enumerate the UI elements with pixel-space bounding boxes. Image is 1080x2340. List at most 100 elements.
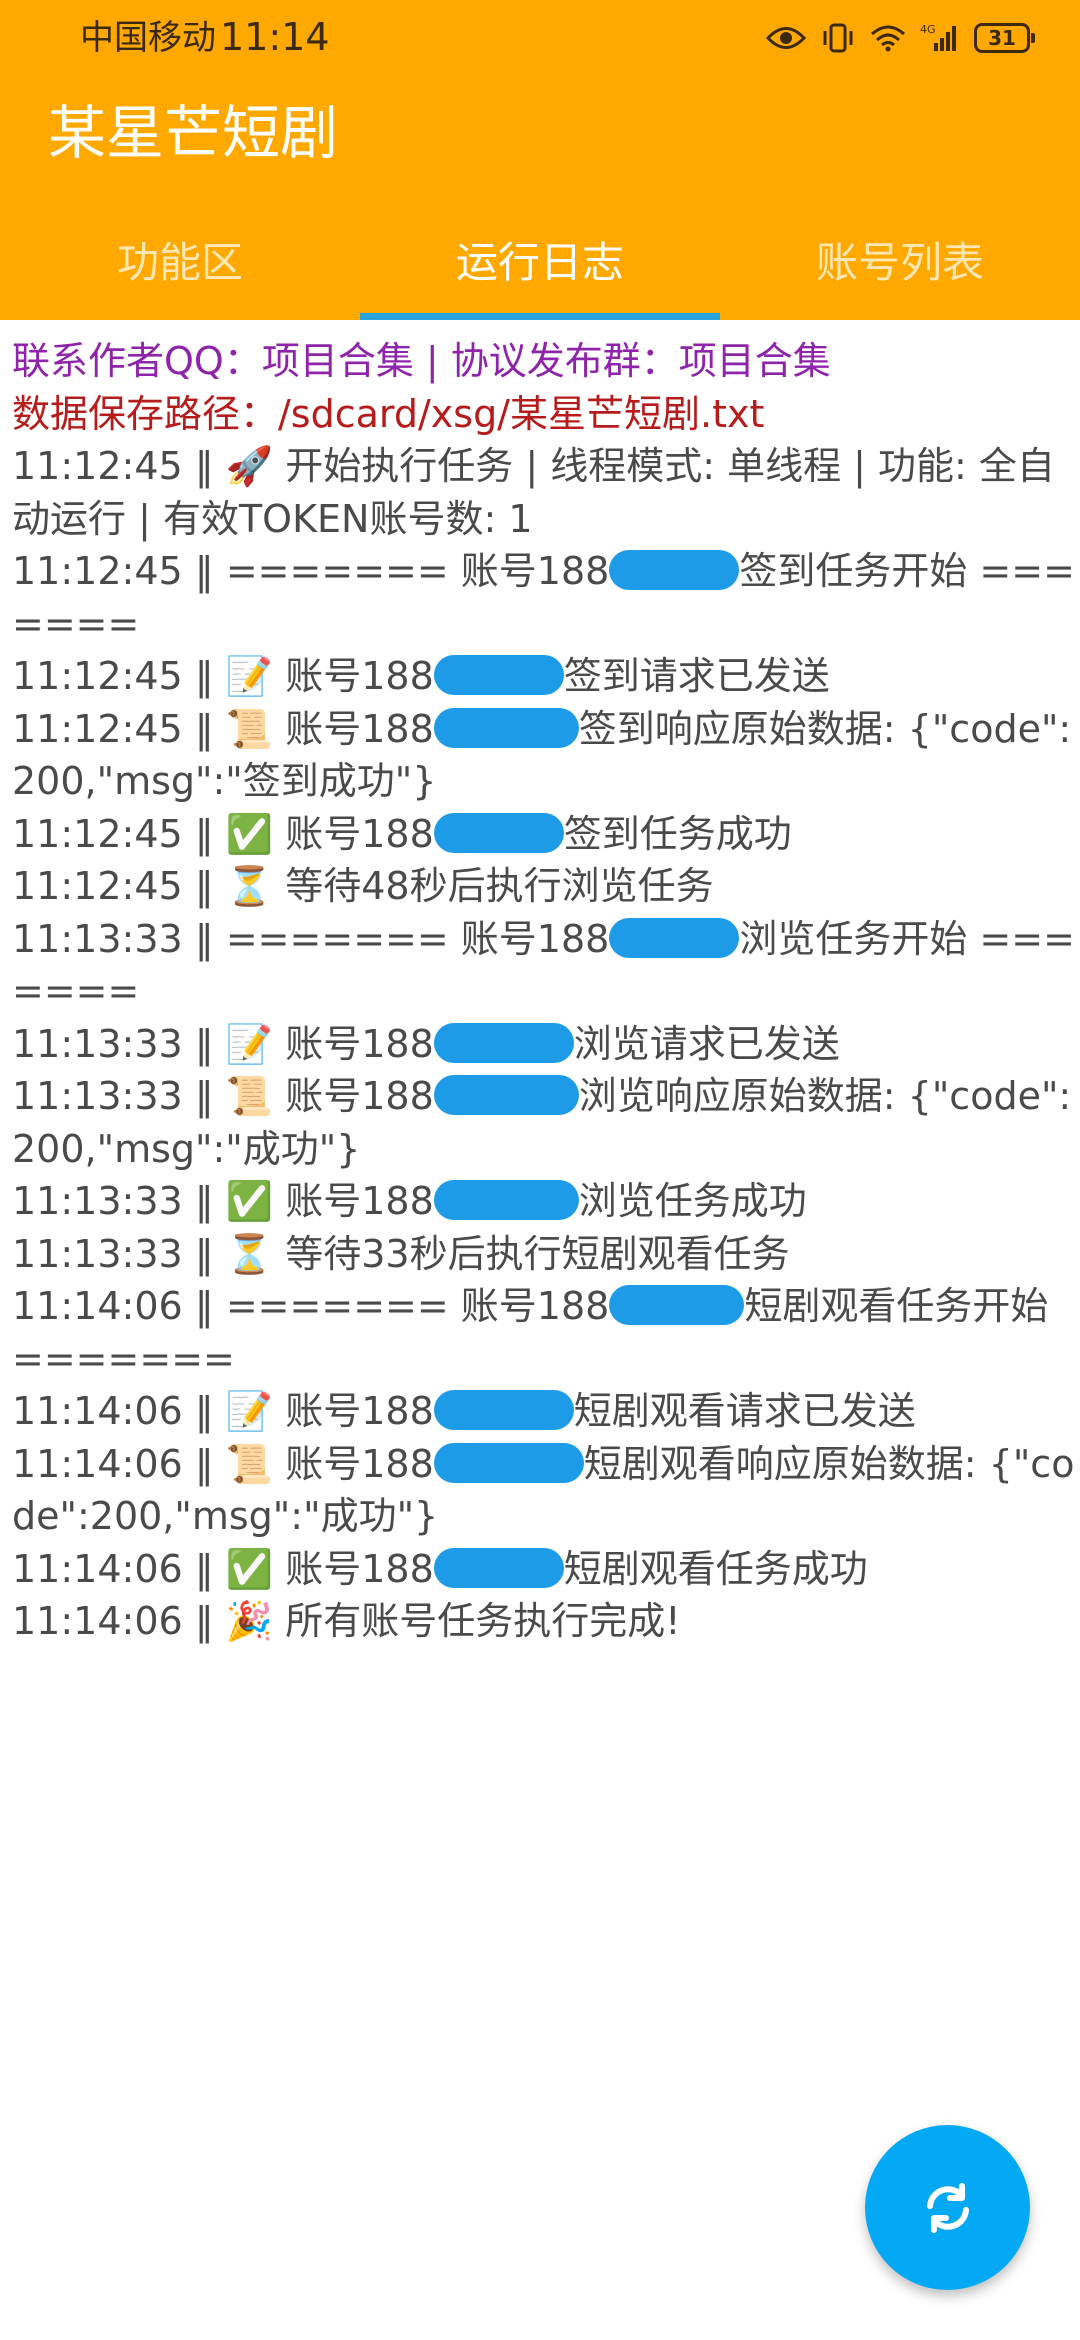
log-message-tail: 短剧观看请求已发送 — [573, 1389, 916, 1433]
log-message-tail: 浏览任务成功 — [578, 1179, 807, 1223]
log-emoji-icon: 🚀 — [225, 444, 286, 488]
log-entry: 11:13:33 ‖ ✅ 账号188 浏览任务成功 — [0, 1175, 1075, 1228]
log-message: 账号188 — [285, 1179, 434, 1223]
run-log: 联系作者QQ：项目合集 | 协议发布群：项目合集 数据保存路径：/sdcard/… — [0, 335, 1075, 1648]
log-entry: 11:12:45 ‖ ======= 账号188 签到任务开始 ======= — [0, 545, 1075, 650]
redaction-mark — [609, 1285, 745, 1325]
log-entry: 11:14:06 ‖ ======= 账号188 短剧观看任务开始 ======= — [0, 1280, 1075, 1385]
log-message-tail: 签到任务成功 — [563, 811, 792, 856]
refresh-button[interactable] — [865, 2125, 1030, 2290]
redaction-mark — [433, 1390, 574, 1430]
log-message-tail: 签到请求已发送 — [563, 654, 830, 698]
log-entry: 11:13:33 ‖ ⏳ 等待33秒后执行短剧观看任务 — [0, 1228, 1075, 1281]
log-emoji-icon: ⏳ — [225, 1231, 286, 1276]
log-message: 等待48秒后执行浏览任务 — [285, 864, 714, 908]
log-emoji-icon: 📜 — [225, 1074, 286, 1118]
log-message: 账号188 — [285, 1074, 434, 1118]
tab-bar: 功能区 运行日志 账号列表 — [0, 215, 1080, 320]
log-message-tail: 短剧观看任务成功 — [563, 1546, 868, 1591]
log-message: 账号188 — [285, 1441, 434, 1486]
wifi-icon — [871, 25, 905, 52]
log-timestamp: 11:14:06 ‖ — [12, 1441, 226, 1486]
log-timestamp: 11:12:45 ‖ — [12, 864, 226, 908]
log-entry: 11:14:06 ‖ 🎉 所有账号任务执行完成! — [0, 1595, 1075, 1648]
log-message: 账号188 — [285, 654, 434, 698]
log-emoji-icon: 📝 — [225, 1389, 286, 1433]
log-entry: 11:13:33 ‖ ======= 账号188 浏览任务开始 ======= — [0, 913, 1075, 1018]
carrier-label: 中国移动 — [80, 18, 216, 58]
log-entry: 11:14:06 ‖ ✅ 账号188 短剧观看任务成功 — [0, 1543, 1075, 1596]
log-emoji-icon: ✅ — [225, 811, 286, 856]
eye-icon — [766, 27, 806, 49]
log-timestamp: 11:13:33 ‖ — [12, 1021, 226, 1066]
log-message: ======= 账号188 — [225, 1284, 610, 1328]
status-time: 11:14 — [220, 15, 330, 59]
log-message: ======= 账号188 — [225, 916, 610, 961]
log-entry: 11:12:45 ‖ 📜 账号188 签到响应原始数据: {"code":200,… — [0, 703, 1075, 808]
save-path-line: 数据保存路径：/sdcard/xsg/某星芒短剧.txt — [12, 391, 765, 436]
redaction-mark — [433, 1022, 574, 1063]
log-timestamp: 11:14:06 ‖ — [12, 1389, 226, 1433]
log-timestamp: 11:14:06 ‖ — [12, 1599, 226, 1643]
log-emoji-icon: 📝 — [225, 1021, 286, 1066]
log-message: 所有账号任务执行完成! — [285, 1599, 681, 1643]
status-icons: 4G 31 — [766, 18, 1035, 58]
log-emoji-icon: 🎉 — [225, 1599, 286, 1643]
log-entry: 11:12:45 ‖ ⏳ 等待48秒后执行浏览任务 — [0, 860, 1075, 913]
redaction-mark — [433, 1442, 584, 1483]
battery-icon: 31 — [974, 23, 1035, 53]
log-message: 账号188 — [285, 706, 434, 751]
log-entry: 11:14:06 ‖ 📜 账号188 短剧观看响应原始数据: {"code":20… — [0, 1438, 1075, 1543]
log-emoji-icon: ✅ — [225, 1546, 286, 1591]
redaction-mark — [433, 1075, 579, 1115]
app-bar: 中国移动 11:14 4G 31 某星芒短剧 功能区 运行日志 账号列表 — [0, 0, 1080, 320]
log-message: 账号188 — [285, 1546, 434, 1591]
tab-account-list[interactable]: 账号列表 — [720, 215, 1080, 320]
redaction-mark — [433, 1547, 564, 1588]
log-timestamp: 11:12:45 ‖ — [12, 706, 226, 751]
log-timestamp: 11:12:45 ‖ — [12, 444, 226, 488]
log-emoji-icon: 📜 — [225, 1441, 286, 1486]
log-timestamp: 11:13:33 ‖ — [12, 1179, 226, 1223]
log-emoji-icon: ⏳ — [225, 864, 286, 908]
log-timestamp: 11:12:45 ‖ — [12, 654, 226, 698]
redaction-mark — [433, 707, 579, 748]
redaction-mark — [433, 812, 564, 853]
log-timestamp: 11:12:45 ‖ — [12, 549, 226, 593]
log-timestamp: 11:14:06 ‖ — [12, 1546, 226, 1591]
log-message: 账号188 — [285, 811, 434, 856]
cell-signal-icon: 4G — [920, 23, 956, 51]
redaction-mark — [609, 550, 740, 590]
status-bar: 中国移动 11:14 4G 31 — [0, 0, 1080, 75]
log-emoji-icon: 📜 — [225, 706, 286, 751]
redaction-mark — [433, 655, 564, 695]
log-message: 等待33秒后执行短剧观看任务 — [285, 1231, 790, 1276]
log-timestamp: 11:13:33 ‖ — [12, 916, 226, 961]
vibrate-icon — [823, 23, 853, 53]
log-entry: 11:12:45 ‖ 📝 账号188 签到请求已发送 — [0, 650, 1075, 703]
refresh-icon — [926, 2182, 969, 2233]
log-message-tail: 浏览请求已发送 — [573, 1021, 840, 1066]
log-message: 账号188 — [285, 1021, 434, 1066]
log-entries: 11:12:45 ‖ 🚀 开始执行任务 | 线程模式: 单线程 | 功能: 全自… — [0, 440, 1075, 1648]
contact-line: 联系作者QQ：项目合集 | 协议发布群：项目合集 — [12, 339, 831, 383]
tab-run-log[interactable]: 运行日志 — [360, 215, 720, 320]
tab-function-area[interactable]: 功能区 — [0, 215, 360, 320]
log-entry: 11:13:33 ‖ 📝 账号188 浏览请求已发送 — [0, 1018, 1075, 1071]
log-entry: 11:12:45 ‖ ✅ 账号188 签到任务成功 — [0, 808, 1075, 861]
log-message: 账号188 — [285, 1389, 434, 1433]
log-timestamp: 11:12:45 ‖ — [12, 811, 226, 856]
log-entry: 11:13:33 ‖ 📜 账号188 浏览响应原始数据: {"code":200,… — [0, 1070, 1075, 1175]
log-timestamp: 11:13:33 ‖ — [12, 1074, 226, 1118]
svg-text:4G: 4G — [920, 23, 936, 36]
log-entry: 11:12:45 ‖ 🚀 开始执行任务 | 线程模式: 单线程 | 功能: 全自… — [0, 440, 1075, 545]
log-entry: 11:14:06 ‖ 📝 账号188 短剧观看请求已发送 — [0, 1385, 1075, 1438]
log-message: ======= 账号188 — [225, 549, 610, 593]
redaction-mark — [433, 1180, 579, 1220]
log-timestamp: 11:13:33 ‖ — [12, 1231, 226, 1276]
log-emoji-icon: 📝 — [225, 654, 286, 698]
redaction-mark — [609, 917, 740, 958]
app-title: 某星芒短剧 — [48, 99, 339, 167]
log-timestamp: 11:14:06 ‖ — [12, 1284, 226, 1328]
log-emoji-icon: ✅ — [225, 1179, 286, 1223]
